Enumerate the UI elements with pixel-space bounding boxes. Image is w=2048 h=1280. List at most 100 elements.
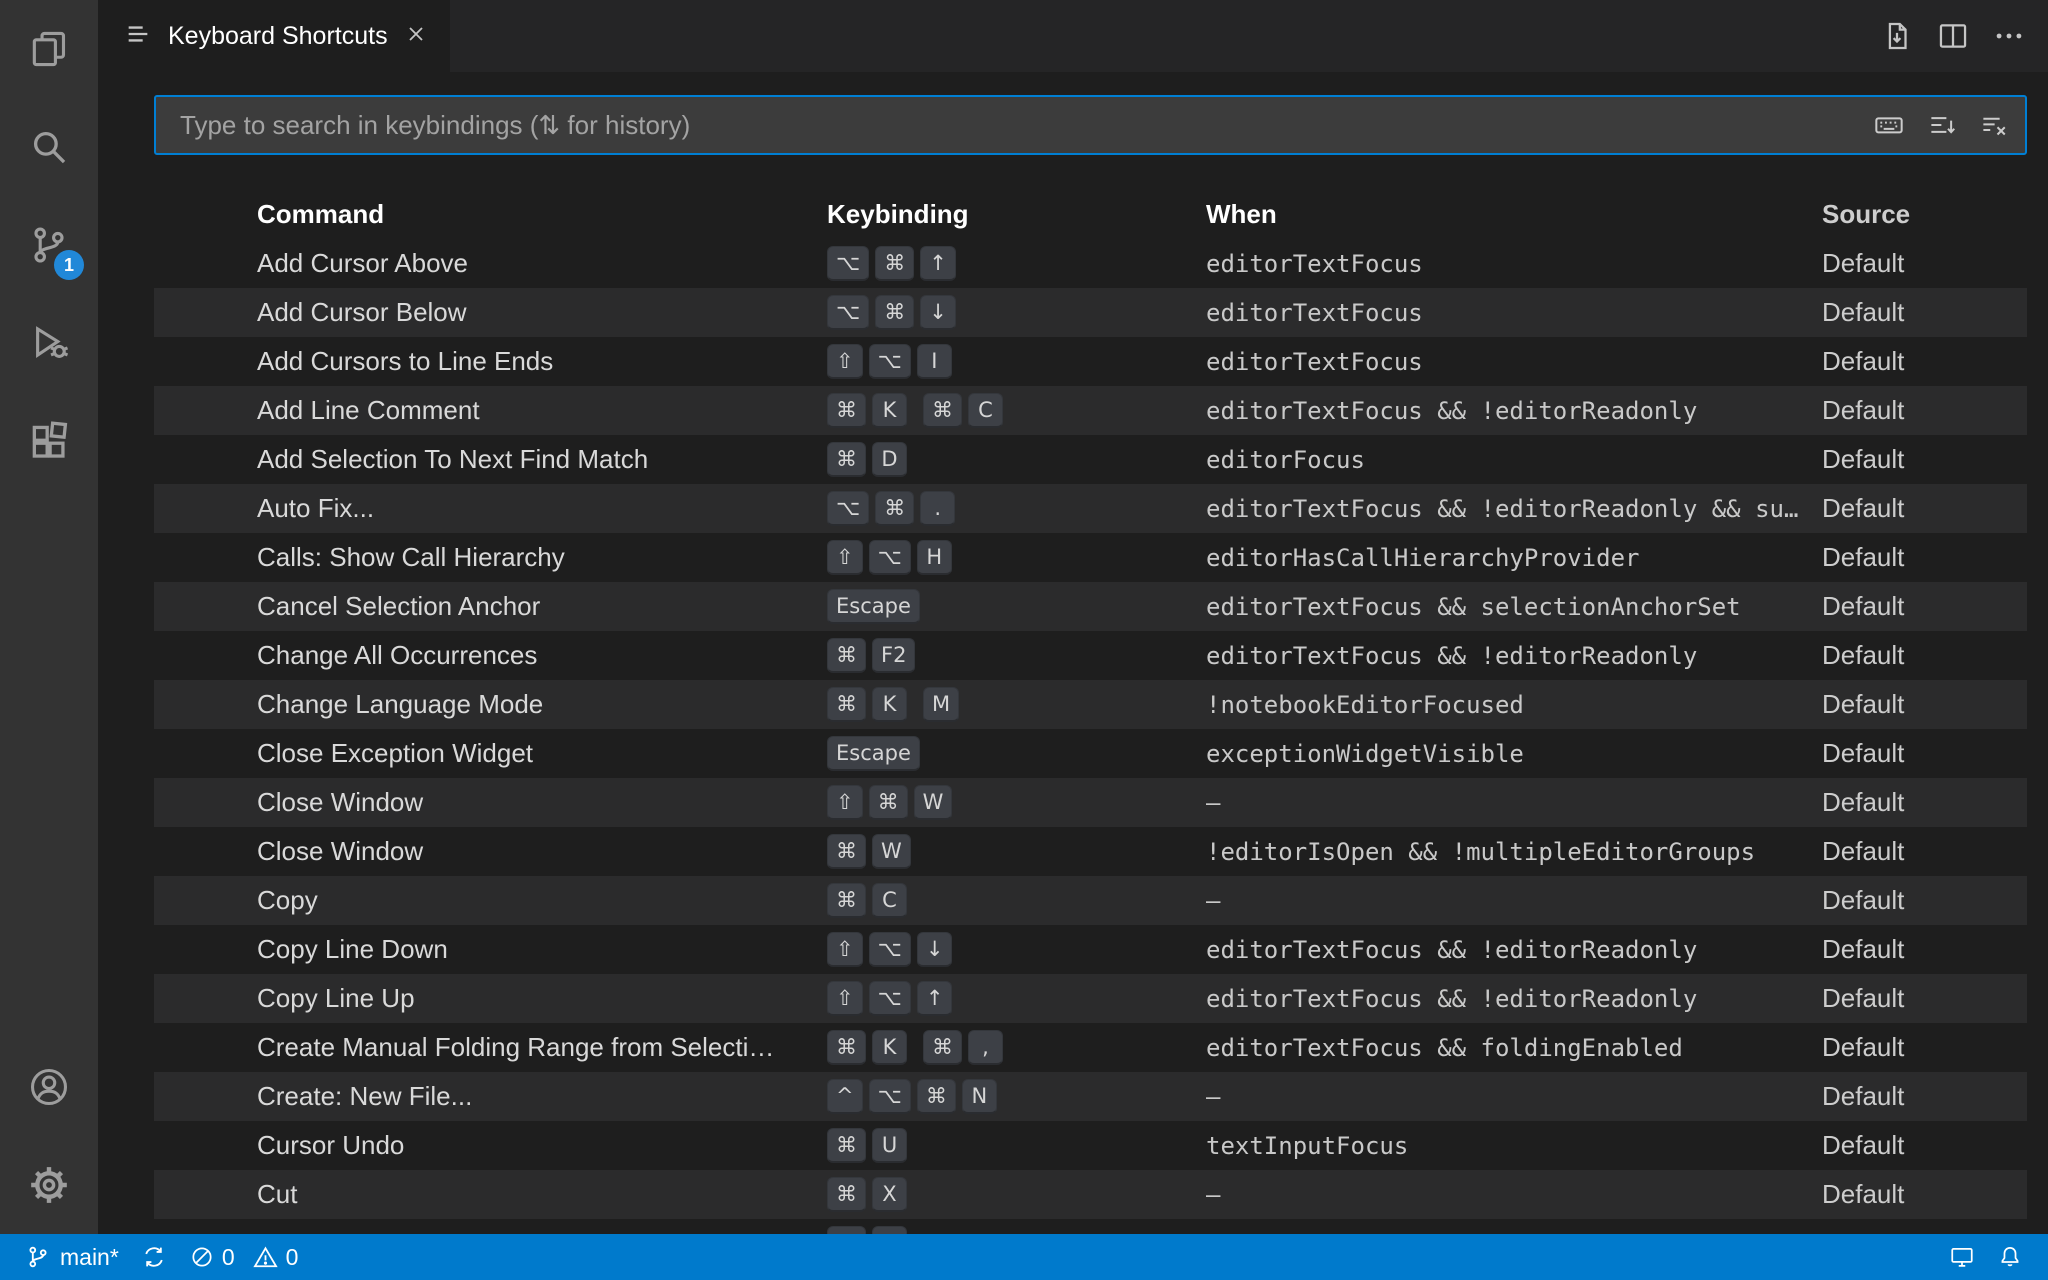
tab-keyboard-shortcuts[interactable]: Keyboard Shortcuts [98, 0, 450, 72]
clear-search-input-icon[interactable] [1979, 110, 2009, 140]
source-label: Default [1822, 542, 1905, 572]
when-expression: exceptionWidgetVisible [1206, 739, 1524, 768]
key-chip: U [872, 1128, 907, 1163]
keybinding-row[interactable]: Cut ⌘ X – Default [154, 1170, 2027, 1219]
keybinding-chips: ⇧ ⌘ W [827, 785, 1206, 820]
keybinding-chips: ⌘ K ⌘ C [827, 393, 1206, 428]
keybinding-row[interactable]: Copy ⌘ C – Default [154, 876, 2027, 925]
search-icon [27, 125, 71, 169]
run-and-debug-view-button[interactable] [0, 294, 98, 392]
key-chord: ⌥ ⌘ ↓ [827, 295, 956, 330]
command-label: Copy Line Down [257, 934, 448, 964]
extensions-view-button[interactable] [0, 392, 98, 490]
split-editor-icon[interactable] [1936, 19, 1970, 53]
source-label: Default [1822, 983, 1905, 1013]
source-label: Default [1822, 1081, 1905, 1111]
header-keybinding[interactable]: Keybinding [827, 199, 1206, 230]
when-expression: !notebookEditorFocused [1206, 690, 1524, 719]
source-label: Default [1822, 1130, 1905, 1160]
header-command[interactable]: Command [154, 199, 827, 230]
keybindings-rows: Add Cursor Above ⌥ ⌘ ↑ editorTextFocus Defaul… [154, 239, 2027, 1234]
branch-status-item[interactable]: main* [14, 1234, 130, 1280]
keybinding-row[interactable]: Change Language Mode ⌘ K M !notebookEditorFo… [154, 680, 2027, 729]
key-chord: ⌘K [827, 687, 907, 722]
key-chord: ⌘ W [827, 834, 911, 869]
activity-bar: 1 [0, 0, 98, 1234]
keybinding-row[interactable]: Calls: Show Call Hierarchy ⇧ ⌥ HeditorHasCa… [154, 533, 2027, 582]
key-chip: ⇧ [827, 785, 863, 820]
keybindings-search-box [154, 95, 2027, 155]
key-chip: ⌘ [827, 1030, 866, 1065]
keybinding-row[interactable]: ⌘K [154, 1219, 2027, 1234]
header-source[interactable]: Source [1822, 199, 2027, 230]
keybinding-row[interactable]: Copy Line Down ⇧ ⌥ ↓ editorTextFocus && !edi… [154, 925, 2027, 974]
source-control-view-button[interactable]: 1 [0, 196, 98, 294]
key-chord: ⌘ C [827, 883, 907, 918]
manage-button[interactable] [0, 1136, 98, 1234]
extensions-icon [27, 419, 71, 463]
problems-status-item[interactable]: 0 0 [178, 1234, 320, 1280]
command-label: Create Manual Folding Range from Selecti… [257, 1032, 775, 1062]
key-chip: ↑ [920, 246, 956, 281]
keybinding-row[interactable]: Cursor Undo ⌘ UtextInputFocus Default [154, 1121, 2027, 1170]
keybinding-row[interactable]: Add Cursor Below ⌥ ⌘ ↓ editorTextFocus Defaul… [154, 288, 2027, 337]
key-chip: ⇧ [827, 932, 863, 967]
keybinding-row[interactable]: Close Window ⇧ ⌘ W – Default [154, 778, 2027, 827]
command-label: Change Language Mode [257, 689, 544, 719]
keybinding-row[interactable]: Add Cursor Above ⌥ ⌘ ↑ editorTextFocus Defaul… [154, 239, 2027, 288]
when-expression: editorTextFocus [1206, 298, 1423, 327]
git-branch-icon [25, 1244, 51, 1270]
search-view-button[interactable] [0, 98, 98, 196]
record-keys-keyboard-icon[interactable] [1873, 109, 1905, 141]
sort-by-precedence-icon[interactable] [1927, 110, 1957, 140]
tab-close-icon[interactable] [404, 22, 428, 51]
keybinding-chips: ⌥ ⌘ ↓ [827, 295, 1206, 330]
remote-indicator-item[interactable] [1938, 1244, 1986, 1270]
source-label: Default [1822, 493, 1905, 523]
key-chord: ⌘, [923, 1030, 1003, 1065]
key-chip: ⌘ [916, 1079, 956, 1114]
keybinding-row[interactable]: Close Exception Widget Escape exceptionWid… [154, 729, 2027, 778]
table-header-row: Command Keybinding When Source [154, 189, 2027, 239]
keybinding-row[interactable]: Copy Line Up ⇧ ⌥ ↑ editorTextFocus && !edito… [154, 974, 2027, 1023]
keybinding-chips: ⌘ U [827, 1128, 1206, 1163]
keybinding-row[interactable]: Create Manual Folding Range from Selecti… [154, 1023, 2027, 1072]
header-when[interactable]: When [1206, 199, 1822, 230]
key-chip: ⌘ [827, 834, 866, 869]
command-label: Close Exception Widget [257, 738, 534, 768]
key-chip: ⌥ [868, 981, 911, 1016]
key-chip: ⌥ [827, 491, 870, 526]
when-expression: editorTextFocus && !editorReadonly [1206, 641, 1698, 670]
keybinding-row[interactable]: Create: New File... ^ ⌥ ⌘ N – Default [154, 1072, 2027, 1121]
source-label: Default [1822, 787, 1905, 817]
key-chip: ⇧ [827, 344, 863, 379]
keybinding-row[interactable]: Auto Fix... ⌥ ⌘. editorTextFocus && !editor… [154, 484, 2027, 533]
accounts-button[interactable] [0, 1038, 98, 1136]
key-chip: N [961, 1079, 997, 1114]
key-chord: ^ ⌥ ⌘ N [827, 1079, 997, 1114]
error-count: 0 [221, 1243, 235, 1270]
when-expression: editorTextFocus && selectionAnchorSet [1206, 592, 1741, 621]
warnings-icon [252, 1244, 279, 1271]
keybinding-row[interactable]: Change All Occurrences ⌘ F2 editorTextFocus… [154, 631, 2027, 680]
warning-count: 0 [285, 1243, 299, 1270]
sync-icon [141, 1244, 167, 1270]
keybinding-row[interactable]: Add Line Comment ⌘ K ⌘ CeditorTextFocus && !… [154, 386, 2027, 435]
sync-status-item[interactable] [130, 1234, 178, 1280]
keybinding-chips: Escape [827, 589, 1206, 624]
notifications-item[interactable] [1986, 1244, 2034, 1270]
keybinding-row[interactable]: Add Selection To Next Find Match ⌘ Deditor… [154, 435, 2027, 484]
keybinding-row[interactable]: Cancel Selection Anchor Escape editorTextF… [154, 582, 2027, 631]
key-chip: X [872, 1177, 907, 1212]
key-chip: C [872, 883, 907, 918]
open-keybindings-json-icon[interactable] [1880, 19, 1914, 53]
keybinding-row[interactable]: Close Window ⌘ W !editorIsOpen && !multiple… [154, 827, 2027, 876]
explorer-view-button[interactable] [0, 0, 98, 98]
keybindings-search-input[interactable] [178, 108, 1873, 142]
more-actions-icon[interactable] [1992, 19, 2026, 53]
key-chip: H [916, 540, 952, 575]
command-label: Cancel Selection Anchor [257, 591, 541, 621]
when-expression: – [1206, 1180, 1221, 1209]
keybinding-row[interactable]: Add Cursors to Line Ends ⇧ ⌥ IeditorTextFoc… [154, 337, 2027, 386]
key-chord: ⇧ ⌥ H [827, 540, 952, 575]
